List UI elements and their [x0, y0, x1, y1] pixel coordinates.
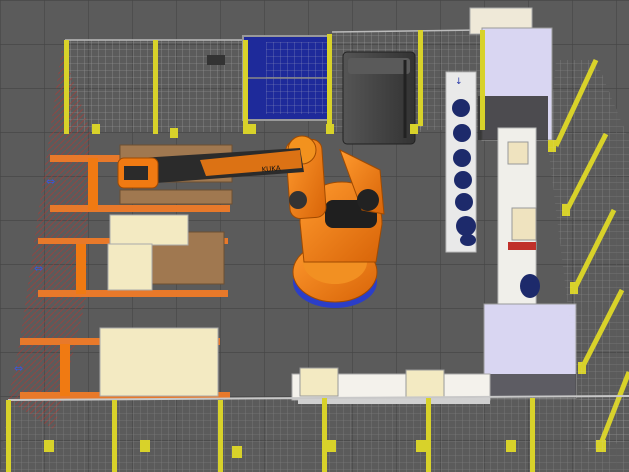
- sensor-box: [207, 55, 225, 65]
- double-arrow-icon: ⇔: [34, 262, 43, 275]
- robot-brand-label: KUKA: [261, 164, 281, 174]
- conveyor-door: [242, 35, 330, 121]
- down-arrow-icon: ↓: [455, 77, 463, 87]
- double-arrow-icon: ⇔: [14, 362, 23, 375]
- machine-bottom: [483, 303, 577, 399]
- double-arrow-icon: ⇔: [46, 175, 55, 188]
- simulation-viewport[interactable]: ↓ ⇔ ⇔ ⇔ KUKA: [0, 0, 629, 472]
- robot-cell-3d-scene: ↓ ⇔ ⇔ ⇔ KUKA: [0, 0, 629, 472]
- right-conveyor: [497, 127, 540, 307]
- control-cabinet: [342, 51, 416, 145]
- fence-front: [0, 395, 629, 472]
- part-rack: ↓: [445, 71, 477, 253]
